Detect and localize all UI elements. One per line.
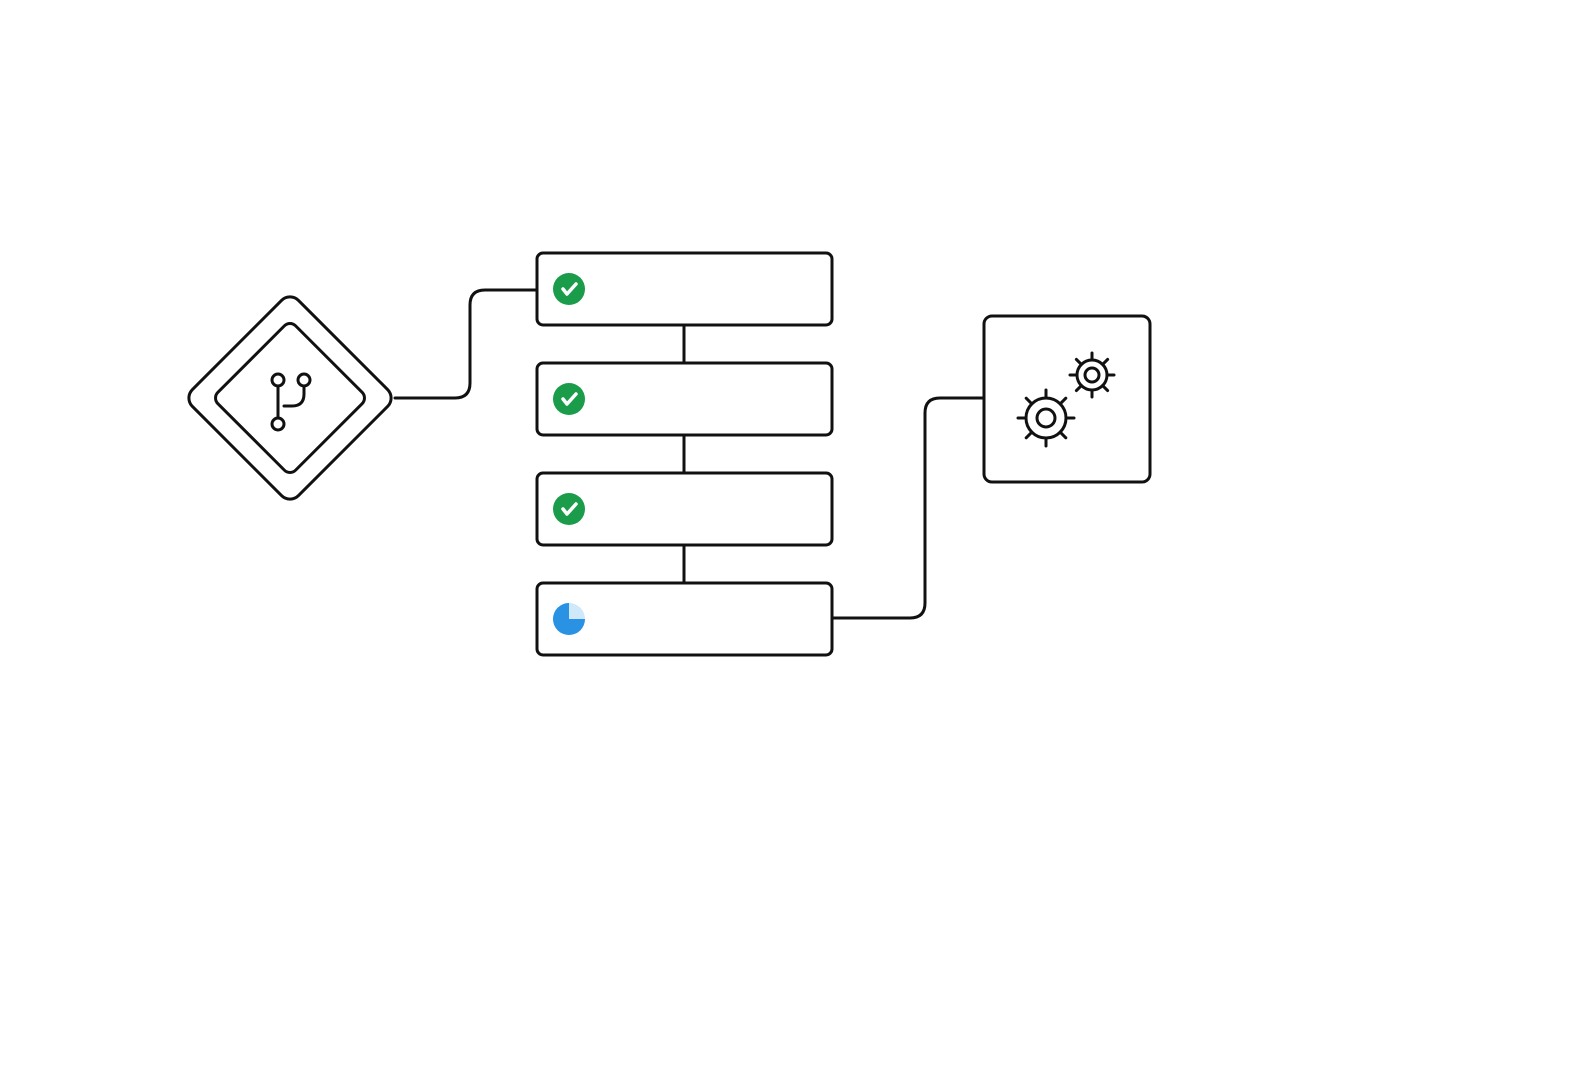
connector-source-to-stage1 bbox=[395, 290, 537, 398]
progress-pie-icon bbox=[553, 603, 585, 635]
stage-box-2 bbox=[537, 363, 832, 435]
check-circle-icon bbox=[553, 383, 585, 415]
pipeline-diagram bbox=[0, 0, 1570, 1080]
target-node bbox=[984, 316, 1150, 482]
stage-box-3 bbox=[537, 473, 832, 545]
connector-stage4-to-target bbox=[832, 398, 984, 618]
stage-box-4 bbox=[537, 583, 832, 655]
source-node bbox=[184, 292, 396, 504]
connectors-group bbox=[395, 290, 984, 618]
stage-box-1 bbox=[537, 253, 832, 325]
check-circle-icon bbox=[553, 493, 585, 525]
check-circle-icon bbox=[553, 273, 585, 305]
